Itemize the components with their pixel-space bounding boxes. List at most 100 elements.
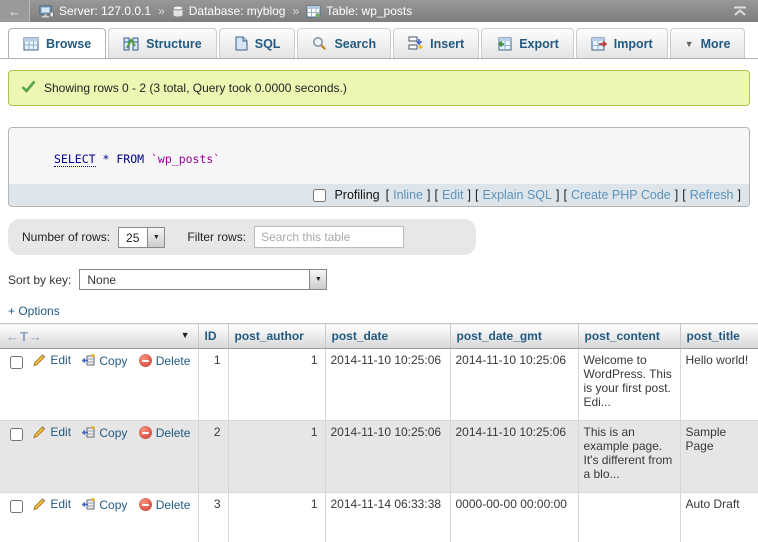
cell-post-date-gmt: 2014-11-10 10:25:06 [450, 421, 578, 493]
number-of-rows-label: Number of rows: [22, 230, 110, 244]
column-header-post-content[interactable]: post_content [578, 324, 680, 349]
edit-row-link[interactable]: Edit [32, 353, 71, 367]
import-icon [591, 37, 607, 51]
cell-post-content: Welcome to WordPress. This is your first… [578, 349, 680, 421]
edit-row-link[interactable]: Edit [32, 425, 71, 439]
sql-keyword-select[interactable]: SELECT [54, 152, 96, 167]
breadcrumb: Server: 127.0.0.1 » Database: myblog » T… [30, 4, 732, 18]
column-order-toggle[interactable]: ←T→ [6, 329, 43, 344]
dropdown-arrow-icon: ▼ [309, 270, 326, 289]
sql-document-icon [234, 36, 248, 51]
delete-row-link[interactable]: Delete [139, 354, 191, 368]
database-icon [172, 5, 184, 18]
query-toolbar: Profiling [ Inline ] [ Edit ] [ Explain … [9, 184, 749, 206]
breadcrumb-database[interactable]: Database: myblog [189, 4, 286, 18]
pencil-icon [32, 353, 46, 367]
delete-icon [139, 498, 152, 511]
profiling-label[interactable]: Profiling [334, 188, 379, 202]
search-icon [312, 36, 327, 51]
edit-row-link[interactable]: Edit [32, 497, 71, 511]
table-row: Edit Copy Delete 1 1 2014-11-10 10:25:06… [0, 349, 758, 421]
success-message-text: Showing rows 0 - 2 (3 total, Query took … [44, 81, 347, 95]
options-toggle-link[interactable]: + Options [8, 304, 60, 318]
copy-icon [82, 498, 95, 511]
row-select-checkbox[interactable] [10, 500, 23, 513]
collapse-panel-icon[interactable] [732, 6, 748, 17]
cell-id: 3 [198, 493, 228, 542]
tab-insert[interactable]: Insert [393, 28, 479, 58]
cell-post-content [578, 493, 680, 542]
tab-label: More [701, 37, 731, 51]
tab-sql[interactable]: SQL [219, 28, 296, 58]
cell-post-author: 1 [228, 493, 325, 542]
server-icon [39, 5, 54, 18]
cell-post-date-gmt: 2014-11-10 10:25:06 [450, 349, 578, 421]
results-table: ←T→ ▼ ID post_author post_date post_date… [0, 323, 758, 542]
tab-import[interactable]: Import [576, 28, 668, 58]
tab-search[interactable]: Search [297, 28, 391, 58]
create-php-code-link[interactable]: Create PHP Code [571, 188, 671, 202]
cell-id: 2 [198, 421, 228, 493]
copy-icon [82, 426, 95, 439]
table-row: Edit Copy Delete 2 1 2014-11-10 10:25:06… [0, 421, 758, 493]
column-header-post-date-gmt[interactable]: post_date_gmt [450, 324, 578, 349]
tab-strip: Browse Structure SQL Search Insert Expor… [0, 22, 758, 59]
profiling-checkbox[interactable] [313, 189, 326, 202]
insert-row-icon [408, 36, 423, 51]
cell-post-title: Hello world! [680, 349, 758, 421]
copy-row-link[interactable]: Copy [82, 498, 127, 512]
row-select-checkbox[interactable] [10, 356, 23, 369]
cell-post-date: 2014-11-10 10:25:06 [325, 421, 450, 493]
edit-query-link[interactable]: Edit [442, 188, 464, 202]
breadcrumb-table[interactable]: Table: wp_posts [326, 4, 412, 18]
tab-label: SQL [255, 37, 281, 51]
sort-by-key-label: Sort by key: [8, 273, 71, 287]
sort-descending-icon[interactable]: ▼ [181, 330, 190, 340]
delete-icon [139, 354, 152, 367]
cell-post-date: 2014-11-14 06:33:38 [325, 493, 450, 542]
row-select-checkbox[interactable] [10, 428, 23, 441]
sort-key-select[interactable]: None ▼ [79, 269, 327, 290]
breadcrumb-server[interactable]: Server: 127.0.0.1 [59, 4, 151, 18]
cell-post-date-gmt: 0000-00-00 00:00:00 [450, 493, 578, 542]
row-controls-bar: Number of rows: 25 ▼ Filter rows: [8, 219, 476, 255]
refresh-link[interactable]: Refresh [690, 188, 734, 202]
tab-label: Browse [46, 37, 91, 51]
browse-table-icon [23, 37, 39, 51]
delete-icon [139, 426, 152, 439]
tab-label: Import [614, 37, 653, 51]
cell-id: 1 [198, 349, 228, 421]
cell-post-content: This is an example page. It's different … [578, 421, 680, 493]
tab-browse[interactable]: Browse [8, 28, 106, 58]
breadcrumb-separator: » [158, 4, 165, 18]
rows-per-page-select[interactable]: 25 ▼ [118, 227, 165, 248]
cell-post-title: Auto Draft [680, 493, 758, 542]
back-button[interactable]: ← [0, 0, 30, 22]
inline-link[interactable]: Inline [393, 188, 423, 202]
chevron-down-icon: ▼ [685, 39, 694, 49]
explain-sql-link[interactable]: Explain SQL [482, 188, 551, 202]
cell-post-title: Sample Page [680, 421, 758, 493]
tab-label: Insert [430, 37, 464, 51]
column-header-post-title[interactable]: post_title [680, 324, 758, 349]
sql-query-box: SELECT * FROM `wp_posts` Profiling [ Inl… [8, 127, 750, 207]
breadcrumb-bar: ← Server: 127.0.0.1 » Database: myblog »… [0, 0, 758, 22]
table-icon [306, 5, 321, 18]
sql-table-identifier: `wp_posts` [151, 152, 220, 166]
table-filter-input[interactable] [254, 226, 404, 248]
column-header-post-author[interactable]: post_author [228, 324, 325, 349]
tab-structure[interactable]: Structure [108, 28, 217, 58]
tab-label: Structure [146, 37, 202, 51]
tab-export[interactable]: Export [481, 28, 574, 58]
copy-row-link[interactable]: Copy [82, 354, 127, 368]
pencil-icon [32, 497, 46, 511]
tab-more[interactable]: ▼ More [670, 28, 746, 58]
column-header-id[interactable]: ID [198, 324, 228, 349]
pencil-icon [32, 425, 46, 439]
copy-row-link[interactable]: Copy [82, 426, 127, 440]
delete-row-link[interactable]: Delete [139, 426, 191, 440]
table-row: Edit Copy Delete 3 1 2014-11-14 06:33:38… [0, 493, 758, 542]
delete-row-link[interactable]: Delete [139, 498, 191, 512]
column-header-post-date[interactable]: post_date [325, 324, 450, 349]
sql-query-text: SELECT * FROM `wp_posts` [9, 128, 749, 184]
